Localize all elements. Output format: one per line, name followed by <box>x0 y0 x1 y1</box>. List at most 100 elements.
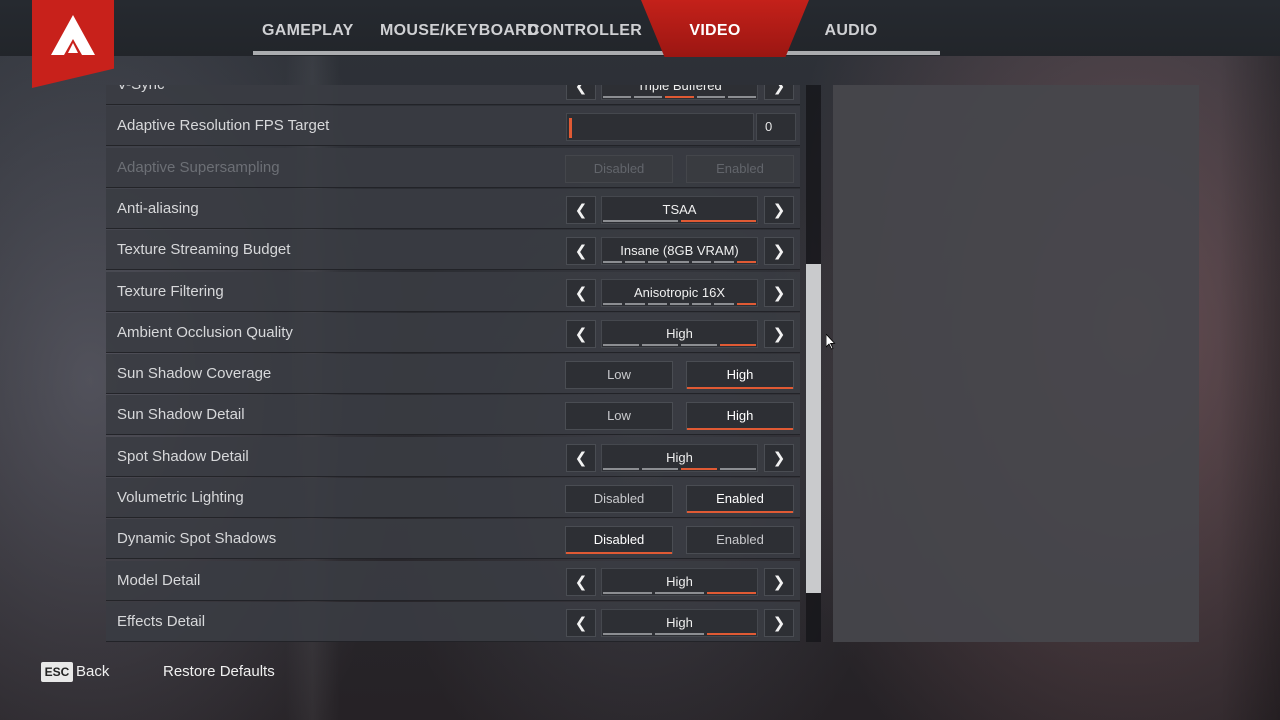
option-indicator <box>603 467 756 470</box>
option-segment <box>655 632 704 635</box>
chevron-left-icon[interactable]: ❮ <box>566 278 596 307</box>
top-tab-bar: GAMEPLAY MOUSE/KEYBOARD CONTROLLER VIDEO… <box>0 0 1280 57</box>
option-segment <box>642 343 678 346</box>
scrollbar-thumb[interactable] <box>806 264 821 593</box>
setting-row: Texture Filtering ❮ Anisotropic 16X ❯ <box>106 271 800 312</box>
option-segment <box>634 96 663 98</box>
option-segment <box>603 261 623 264</box>
chevron-right-icon[interactable]: ❯ <box>764 608 794 637</box>
toggle-option-button[interactable]: Low <box>565 361 673 390</box>
setting-row: Model Detail ❮ High ❯ <box>106 560 800 601</box>
option-segment <box>655 591 704 594</box>
option-segment <box>714 261 734 264</box>
option-segment <box>681 219 756 222</box>
setting-label: Dynamic Spot Shadows <box>117 530 277 548</box>
option-segment <box>603 96 632 98</box>
setting-label: V-Sync <box>117 85 165 93</box>
setting-row: Volumetric Lighting Disabled Enabled <box>106 478 800 518</box>
toggle-option-button: Disabled <box>565 154 673 183</box>
setting-row: V-Sync❮Triple Buffered❯ <box>106 85 800 105</box>
toggle-option-button[interactable]: High <box>686 361 794 390</box>
chevron-right-icon[interactable]: ❯ <box>764 443 794 472</box>
option-indicator <box>603 343 756 346</box>
chevron-right-icon[interactable]: ❯ <box>764 237 794 266</box>
option-segment <box>692 302 712 305</box>
option-segment <box>736 302 756 305</box>
tab-underline <box>253 51 940 55</box>
tab-controller[interactable]: CONTROLLER <box>528 22 642 46</box>
setting-row: Sun Shadow Coverage Low High <box>106 354 800 395</box>
toggle-option-button[interactable]: Disabled <box>565 526 673 555</box>
chevron-left-icon[interactable]: ❮ <box>566 319 596 348</box>
setting-description-panel <box>833 85 1199 642</box>
option-segment <box>603 467 639 470</box>
option-segment <box>681 467 717 470</box>
chevron-left-icon[interactable]: ❮ <box>566 608 596 637</box>
restore-defaults-button[interactable]: Restore Defaults <box>163 663 275 680</box>
setting-label: Effects Detail <box>117 612 206 630</box>
chevron-right-icon[interactable]: ❯ <box>764 85 794 100</box>
toggle-option-button[interactable]: Disabled <box>565 485 673 513</box>
option-segment <box>714 302 734 305</box>
fps-target-slider[interactable] <box>566 113 754 142</box>
option-indicator <box>603 591 756 594</box>
setting-label: Sun Shadow Coverage <box>117 365 272 383</box>
option-segment <box>681 343 717 346</box>
chevron-left-icon[interactable]: ❮ <box>566 85 596 100</box>
option-segment <box>603 632 652 635</box>
slider-handle[interactable] <box>569 118 572 139</box>
setting-label: Sun Shadow Detail <box>117 406 245 424</box>
tab-audio[interactable]: AUDIO <box>810 22 892 46</box>
back-button[interactable]: Back <box>76 663 109 680</box>
chevron-right-icon[interactable]: ❯ <box>764 567 794 596</box>
esc-key-badge: ESC <box>41 662 73 682</box>
setting-row: Sun Shadow Detail Low High <box>106 395 800 436</box>
toggle-option-button[interactable]: Enabled <box>686 526 794 555</box>
option-segment <box>642 467 678 470</box>
option-segment <box>625 261 645 264</box>
option-segment <box>603 302 623 305</box>
toggle-option-button[interactable]: Low <box>565 402 673 431</box>
setting-row: Effects Detail ❮ High ❯ <box>106 601 800 642</box>
background-shade <box>1220 0 1280 720</box>
setting-row: Dynamic Spot Shadows Disabled Enabled <box>106 519 800 560</box>
setting-row: Spot Shadow Detail ❮ High ❯ <box>106 436 800 477</box>
chevron-right-icon[interactable]: ❯ <box>764 278 794 307</box>
option-segment <box>625 302 645 305</box>
option-segment <box>692 261 712 264</box>
option-segment <box>665 96 694 98</box>
chevron-left-icon[interactable]: ❮ <box>566 195 596 224</box>
tab-mouse-keyboard[interactable]: MOUSE/KEYBOARD <box>380 22 539 46</box>
option-segment <box>647 261 667 264</box>
option-segment <box>720 467 756 470</box>
setting-label: Adaptive Resolution FPS Target <box>117 117 330 135</box>
chevron-left-icon[interactable]: ❮ <box>566 237 596 266</box>
setting-label: Model Detail <box>117 571 201 589</box>
setting-label: Ambient Occlusion Quality <box>117 323 293 341</box>
option-indicator <box>603 261 756 264</box>
option-indicator <box>603 96 757 98</box>
setting-row: Anti-aliasing ❮ TSAA ❯ <box>106 188 800 229</box>
option-segment <box>707 632 756 635</box>
option-segment <box>707 591 756 594</box>
setting-row: Adaptive Resolution FPS Target 0 <box>106 106 800 147</box>
option-segment <box>603 591 652 594</box>
apex-logo-icon <box>32 0 114 88</box>
option-segment <box>669 261 690 264</box>
toggle-option-button: Enabled <box>686 154 794 183</box>
toggle-option-button[interactable]: High <box>686 402 794 431</box>
slider-value-field[interactable]: 0 <box>756 113 796 142</box>
chevron-right-icon[interactable]: ❯ <box>764 195 794 224</box>
mouse-cursor-icon <box>826 334 836 350</box>
setting-row: Ambient Occlusion Quality ❮ High ❯ <box>106 312 800 353</box>
tab-video[interactable]: VIDEO <box>670 22 760 46</box>
option-segment <box>727 96 757 98</box>
option-indicator <box>603 632 756 635</box>
tab-gameplay[interactable]: GAMEPLAY <box>262 22 353 46</box>
chevron-left-icon[interactable]: ❮ <box>566 567 596 596</box>
option-segment <box>603 219 678 222</box>
settings-list: V-Sync❮Triple Buffered❯Adaptive Resoluti… <box>106 85 800 642</box>
chevron-left-icon[interactable]: ❮ <box>566 443 596 472</box>
chevron-right-icon[interactable]: ❯ <box>764 319 794 348</box>
toggle-option-button[interactable]: Enabled <box>686 485 794 513</box>
